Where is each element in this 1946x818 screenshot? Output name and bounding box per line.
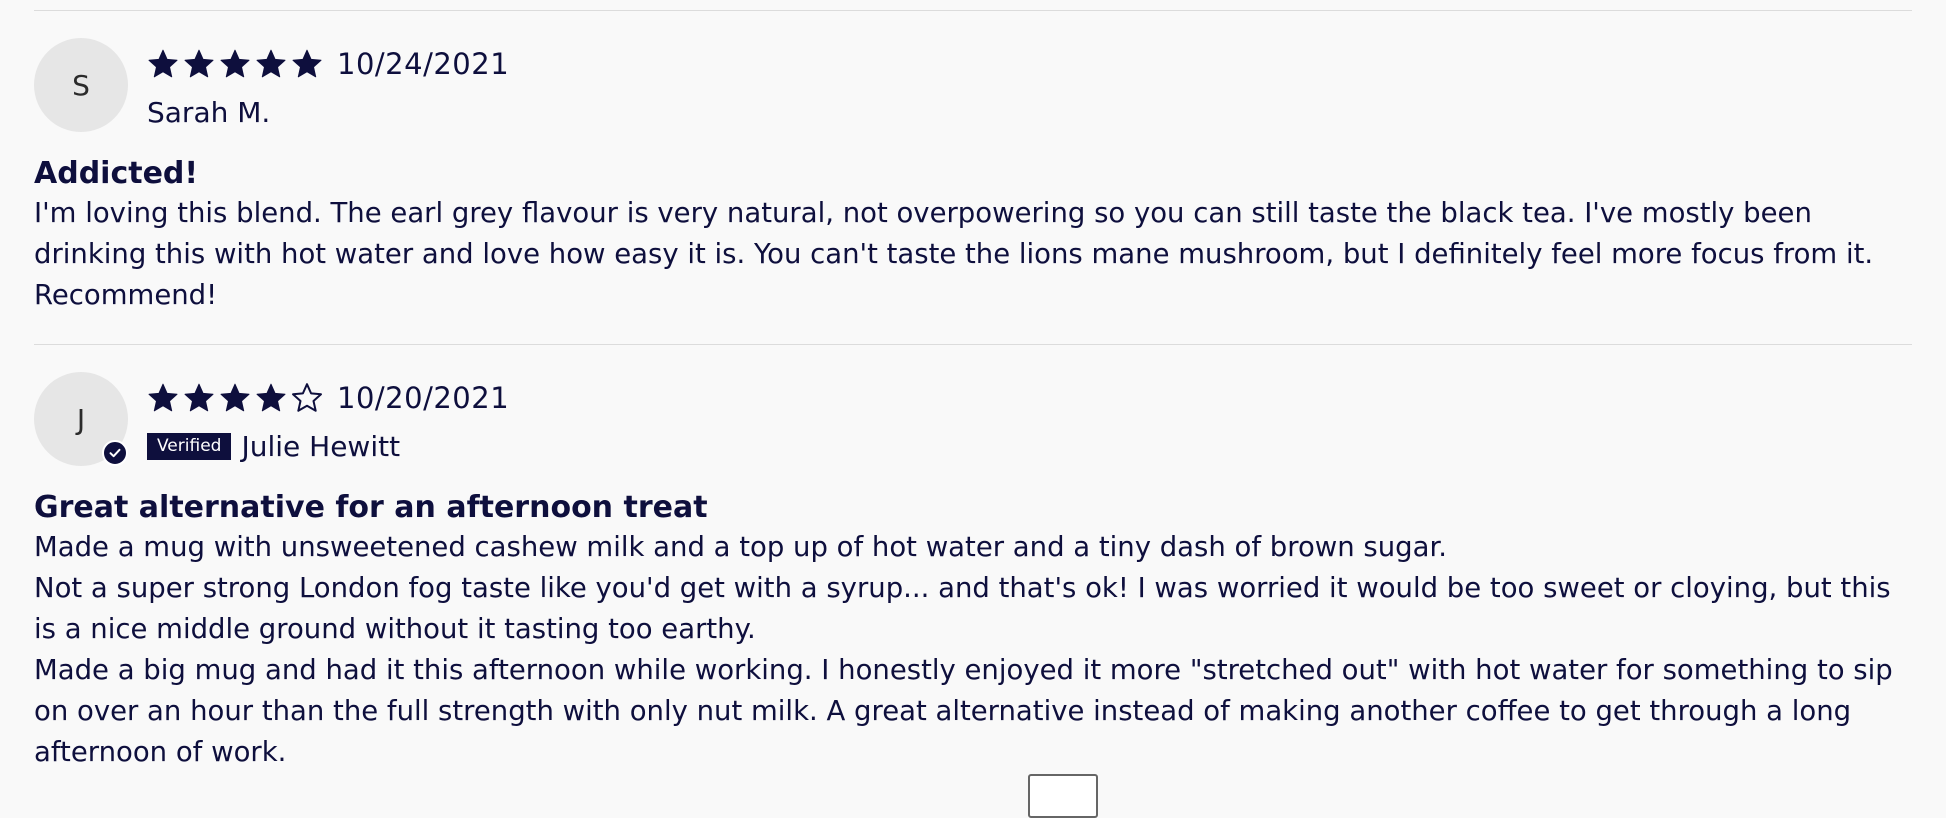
verified-badge: Verified [147, 432, 232, 460]
star-filled-icon [256, 383, 286, 412]
review-author: Sarah M. [147, 95, 271, 129]
star-filled-icon [256, 49, 286, 78]
review-item: J 10/20/2021 Verified Julie Hewitt Great… [34, 345, 1912, 773]
star-outline-icon [292, 383, 322, 412]
reviews-list: S 10/24/2021 Sarah M. Addicted! I'm lovi… [34, 0, 1912, 773]
review-header: J 10/20/2021 Verified Julie Hewitt [34, 345, 1912, 466]
review-date: 10/24/2021 [337, 47, 510, 81]
star-rating [147, 48, 323, 80]
star-filled-icon [184, 49, 214, 78]
review-body: I'm loving this blend. The earl grey fla… [34, 193, 1912, 344]
avatar-initial: S [72, 68, 90, 102]
rating-row: 10/20/2021 [147, 380, 509, 416]
author-row: Sarah M. [147, 95, 270, 129]
avatar: S [34, 38, 128, 132]
review-title: Great alternative for an afternoon treat [34, 490, 708, 525]
star-filled-icon [220, 383, 250, 412]
review-paragraph: Made a mug with unsweetened cashew milk … [34, 531, 1448, 563]
star-filled-icon [184, 383, 214, 412]
avatar: J [34, 372, 128, 466]
review-body: Made a mug with unsweetened cashew milk … [34, 527, 1912, 773]
review-header: S 10/24/2021 Sarah M. [34, 11, 1912, 132]
review-paragraph: I'm loving this blend. The earl grey fla… [34, 197, 1874, 311]
review-date: 10/20/2021 [337, 381, 510, 415]
star-filled-icon [148, 49, 178, 78]
star-filled-icon [148, 383, 178, 412]
review-title: Addicted! [34, 156, 199, 191]
star-rating [147, 382, 323, 414]
star-filled-icon [292, 49, 322, 78]
load-more-button[interactable] [1028, 774, 1098, 818]
review-paragraph: Made a big mug and had it this afternoon… [34, 654, 1893, 768]
review-author: Julie Hewitt [241, 429, 401, 463]
author-row: Verified Julie Hewitt [147, 429, 400, 463]
rating-row: 10/24/2021 [147, 46, 509, 82]
verified-check-icon [102, 440, 128, 466]
avatar-initial: J [76, 402, 86, 436]
star-filled-icon [220, 49, 250, 78]
review-item: S 10/24/2021 Sarah M. Addicted! I'm lovi… [34, 11, 1912, 344]
review-paragraph: Not a super strong London fog taste like… [34, 572, 1891, 645]
